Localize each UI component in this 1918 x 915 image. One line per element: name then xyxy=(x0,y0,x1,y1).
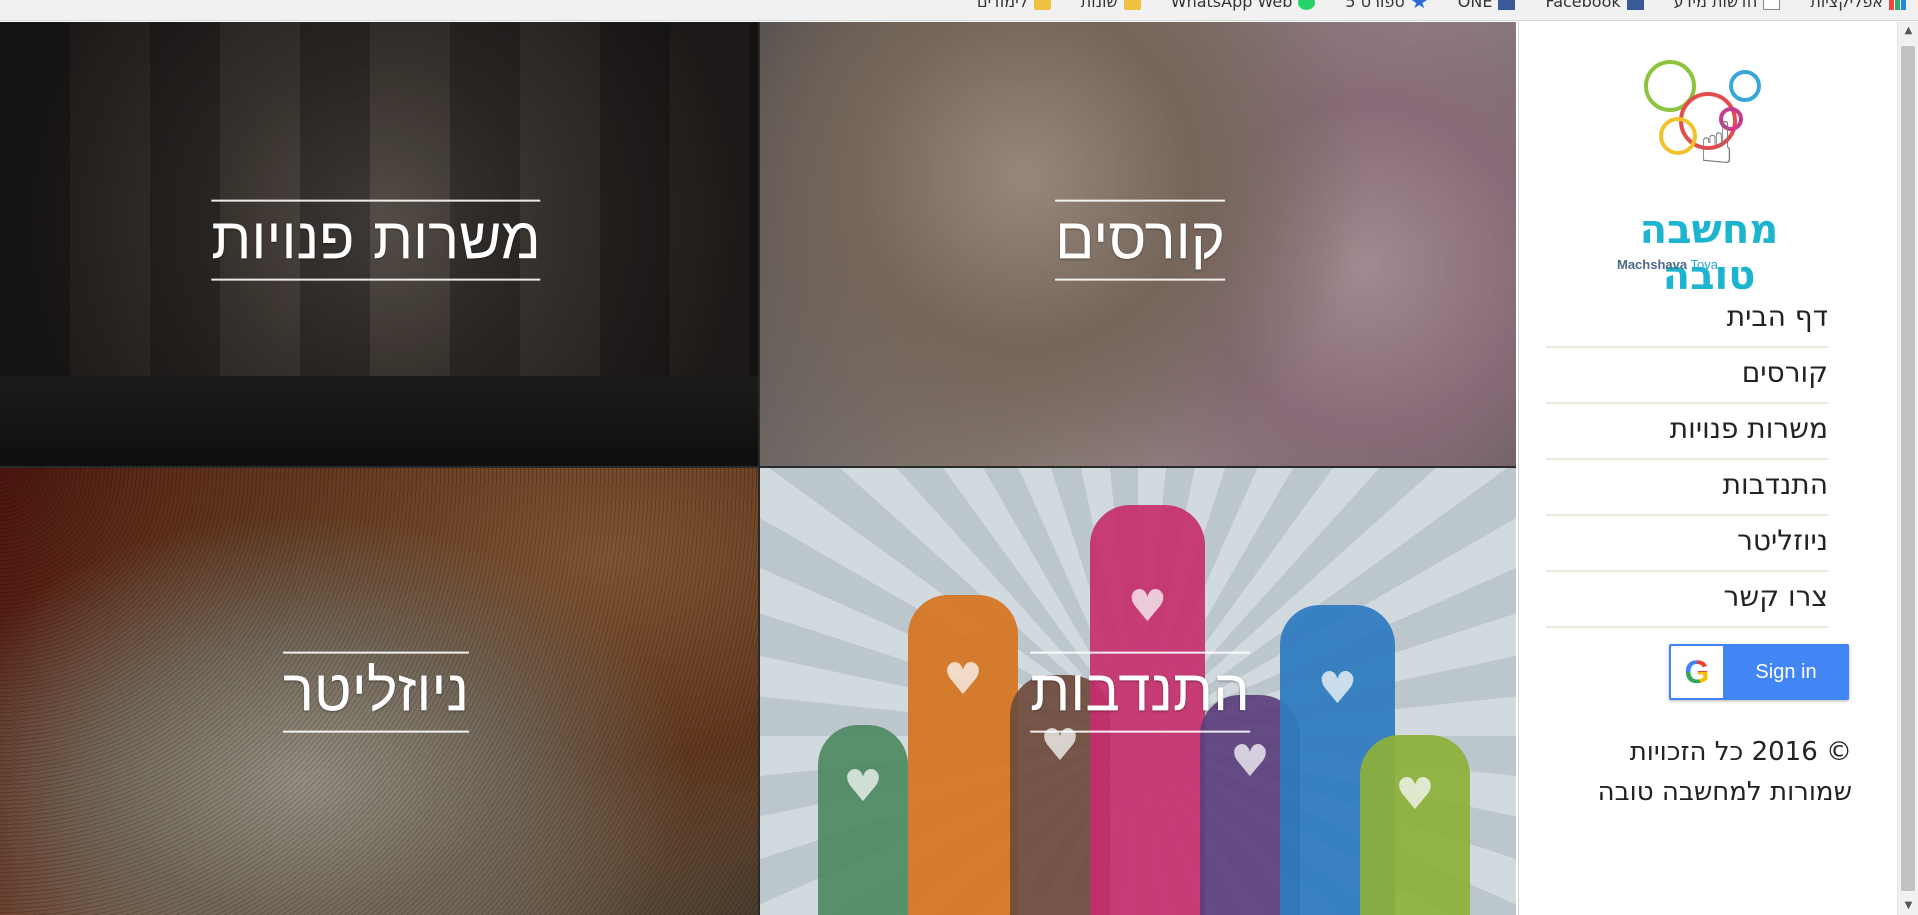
main-menu: דף הבית קורסים משרות פנויות התנדבות ניוז… xyxy=(1546,292,1828,628)
bookmarks-bar: אפליקציות חדשות מידע Facebook ONE ספורט … xyxy=(0,0,1918,21)
bookmark-news[interactable]: חדשות מידע xyxy=(1674,0,1781,10)
star-icon xyxy=(1411,0,1428,9)
tile-newsletter[interactable]: ניוזליטר xyxy=(0,468,758,915)
bookmark-label: אפליקציות xyxy=(1810,0,1883,11)
bookmark-label: WhatsApp Web xyxy=(1170,0,1293,11)
site-logo[interactable]: ☝ מחשבה טובה Machshava Tova_ xyxy=(1599,52,1819,299)
tile-jobs-title[interactable]: משרות פנויות xyxy=(211,199,541,281)
hand-pointer-icon: ☝ xyxy=(1699,109,1735,177)
logo-name: מחשבה טובה xyxy=(1639,207,1779,299)
grid-divider xyxy=(0,466,1516,468)
sidebar: ☝ מחשבה טובה Machshava Tova_ דף הבית קור… xyxy=(1518,22,1896,915)
logo-subtitle-accent: Tova_ xyxy=(1690,257,1726,272)
facebook-icon xyxy=(1498,0,1516,10)
bookmark-whatsapp[interactable]: WhatsApp Web xyxy=(1171,0,1316,10)
menu-item-courses[interactable]: קורסים xyxy=(1546,348,1828,404)
bookmark-label: לימודים xyxy=(976,0,1028,11)
tile-volunteering[interactable]: התנדבות xyxy=(760,468,1516,915)
hand-icon xyxy=(1360,735,1470,915)
tile-newsletter-title[interactable]: ניוזליטר xyxy=(282,651,470,733)
scrollbar-thumb[interactable] xyxy=(1901,46,1915,891)
bookmark-label: ONE xyxy=(1457,0,1493,11)
bookmark-folder-misc[interactable]: שונות xyxy=(1081,0,1141,10)
folder-icon xyxy=(1123,0,1141,10)
google-letter: G xyxy=(1684,654,1710,690)
grid-divider xyxy=(758,22,760,915)
page-icon xyxy=(1763,0,1781,10)
scroll-up-icon[interactable]: ▲ xyxy=(1898,22,1918,40)
logo-subtitle-main: Machshava xyxy=(1617,257,1688,272)
signin-label: Sign in xyxy=(1755,660,1817,683)
menu-item-jobs[interactable]: משרות פנויות xyxy=(1546,404,1828,460)
scroll-down-icon[interactable]: ▼ xyxy=(1898,897,1918,915)
folder-icon xyxy=(1033,0,1051,10)
bookmark-label: חדשות מידע xyxy=(1673,0,1758,11)
hand-icon xyxy=(818,725,908,915)
google-icon: G xyxy=(1671,646,1723,698)
menu-item-home[interactable]: דף הבית xyxy=(1546,292,1828,348)
bookmark-apps[interactable]: אפליקציות xyxy=(1810,0,1906,10)
menu-item-volunteering[interactable]: התנדבות xyxy=(1546,460,1828,516)
tile-courses-title[interactable]: קורסים xyxy=(1055,199,1225,281)
bookmark-label: Facebook xyxy=(1545,0,1621,11)
apps-grid-icon xyxy=(1889,0,1906,10)
bookmark-one[interactable]: ONE xyxy=(1458,0,1516,10)
menu-item-contact[interactable]: צרו קשר xyxy=(1546,572,1828,628)
tile-jobs[interactable]: משרות פנויות xyxy=(0,22,758,466)
whatsapp-icon xyxy=(1298,0,1316,10)
hand-icon xyxy=(908,595,1018,915)
vertical-scrollbar[interactable]: ▲ ▼ xyxy=(1897,22,1918,915)
bookmark-label: שונות xyxy=(1080,0,1118,11)
bookmark-facebook[interactable]: Facebook xyxy=(1545,0,1644,11)
tile-volunteering-title[interactable]: התנדבות xyxy=(1030,651,1250,733)
logo-circle xyxy=(1659,117,1697,155)
tiles-grid: משרות פנויות קורסים ניוזליטר התנדבות xyxy=(0,22,1516,915)
copyright-text: © 2016 כל הזכויות שמורות למחשבה טובה xyxy=(1597,737,1852,807)
bookmark-label: ספורט 5 xyxy=(1345,0,1405,11)
logo-subtitle: Machshava Tova_ xyxy=(1617,257,1725,272)
menu-item-newsletter[interactable]: ניוזליטר xyxy=(1546,516,1828,572)
facebook-icon xyxy=(1626,0,1644,10)
google-signin-button[interactable]: G Sign in xyxy=(1669,644,1849,700)
logo-circle xyxy=(1729,70,1761,102)
tile-courses[interactable]: קורסים xyxy=(760,22,1516,466)
bookmark-folder-studies[interactable]: לימודים xyxy=(977,0,1051,10)
bookmark-sport5[interactable]: ספורט 5 xyxy=(1345,0,1428,11)
